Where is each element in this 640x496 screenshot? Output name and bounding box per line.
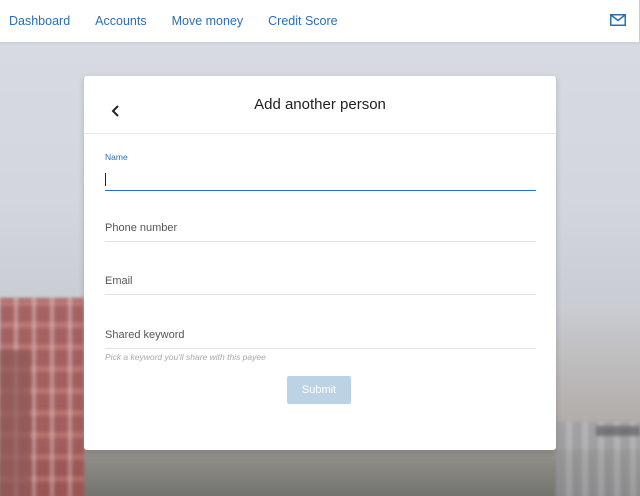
keyword-hint: Pick a keyword you'll share with this pa…	[105, 352, 266, 362]
name-field: Name	[105, 152, 536, 191]
add-person-card: Add another person Name Phone number Ema…	[84, 76, 556, 450]
page-title: Add another person	[254, 96, 386, 113]
keyword-field[interactable]: Shared keyword Pick a keyword you'll sha…	[105, 326, 536, 362]
keyword-underline	[105, 348, 536, 349]
name-underline	[105, 190, 536, 191]
nav-move-money[interactable]: Move money	[172, 14, 244, 28]
name-input[interactable]	[105, 167, 536, 185]
card-header: Add another person	[84, 76, 556, 134]
phone-field[interactable]: Phone number	[105, 219, 536, 242]
name-label: Name	[105, 152, 128, 162]
nav-dashboard[interactable]: Dashboard	[9, 14, 70, 28]
phone-label: Phone number	[105, 222, 178, 234]
phone-underline	[105, 241, 536, 242]
nav-credit-score[interactable]: Credit Score	[268, 14, 337, 28]
background-ground	[0, 450, 640, 496]
submit-button[interactable]: Submit	[287, 376, 351, 404]
keyword-label: Shared keyword	[105, 329, 185, 341]
email-underline	[105, 294, 536, 295]
email-label: Email	[105, 275, 133, 287]
mail-icon[interactable]	[610, 13, 626, 26]
chevron-left-icon[interactable]	[110, 104, 122, 118]
top-navigation: Dashboard Accounts Move money Credit Sco…	[0, 0, 640, 42]
email-field[interactable]: Email	[105, 272, 536, 295]
background-bridge	[596, 426, 640, 436]
text-cursor	[105, 173, 106, 186]
nav-accounts[interactable]: Accounts	[95, 14, 146, 28]
background-building-left-shadow	[0, 350, 30, 496]
